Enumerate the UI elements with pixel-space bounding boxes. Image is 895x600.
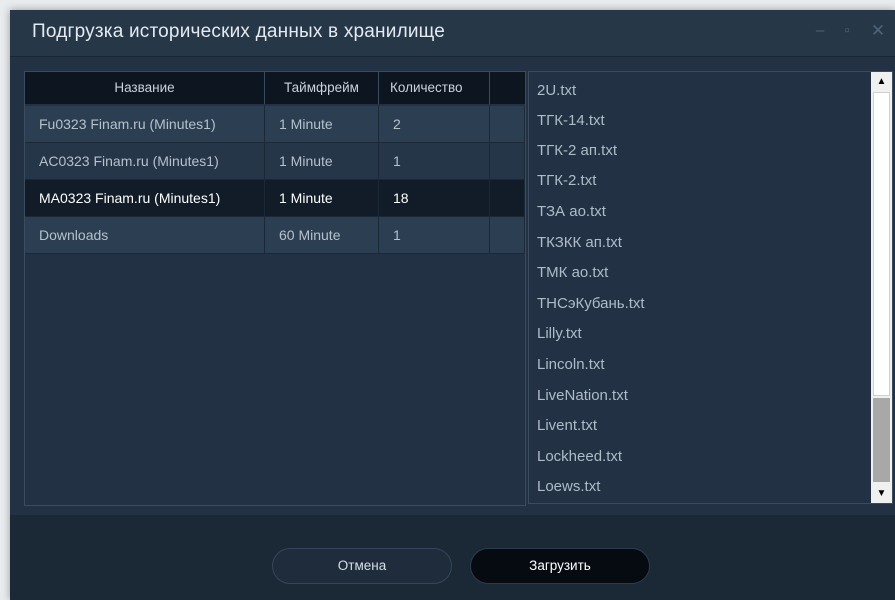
scroll-up-icon[interactable]: ▲ (871, 72, 892, 91)
table-row[interactable]: AC0323 Finam.ru (Minutes1) 1 Minute 1 (25, 143, 525, 180)
list-item[interactable]: ТНСэКубань.txt (537, 289, 645, 319)
list-item[interactable]: ТКЗКК ап.txt (537, 228, 622, 258)
cell-name: AC0323 Finam.ru (Minutes1) (25, 143, 265, 180)
cell-extra (490, 217, 525, 254)
list-item[interactable]: Lilly.txt (537, 319, 582, 349)
table-row[interactable]: Fu0323 Finam.ru (Minutes1) 1 Minute 2 (25, 106, 525, 143)
securities-table: Название Таймфрейм Количество Fu0323 Fin… (24, 71, 526, 506)
list-item[interactable]: ТЗА ао.txt (537, 197, 606, 227)
list-item[interactable]: LiveNation.txt (537, 381, 628, 411)
cancel-button[interactable]: Отмена (272, 548, 452, 584)
cell-name: Fu0323 Finam.ru (Minutes1) (25, 106, 265, 143)
cell-extra (490, 106, 525, 143)
dialog-footer: Отмена Загрузить (10, 515, 895, 600)
table-row-selected[interactable]: MA0323 Finam.ru (Minutes1) 1 Minute 18 (25, 180, 525, 217)
list-item[interactable]: ТГК-2.txt (537, 166, 596, 196)
dialog-title: Подгрузка исторических данных в хранилищ… (32, 21, 446, 42)
cell-count: 1 (379, 217, 490, 254)
list-item[interactable]: Lockheed.txt (537, 442, 622, 472)
minimize-icon[interactable]: – (809, 20, 831, 42)
scroll-down-icon[interactable]: ▼ (871, 484, 892, 503)
cell-timeframe: 1 Minute (265, 106, 379, 143)
scrollbar-track[interactable] (873, 398, 890, 482)
list-item[interactable]: Loews.txt (537, 472, 600, 502)
title-bar[interactable]: Подгрузка исторических данных в хранилищ… (10, 10, 895, 57)
scrollbar-thumb[interactable] (873, 92, 890, 396)
cell-count: 1 (379, 143, 490, 180)
cell-count: 18 (379, 180, 490, 217)
load-button[interactable]: Загрузить (470, 548, 650, 584)
cell-extra (490, 180, 525, 217)
column-header-count[interactable]: Количество (379, 72, 490, 104)
list-item[interactable]: ТГК-2 ап.txt (537, 136, 617, 166)
list-item[interactable]: 2U.txt (537, 76, 576, 106)
list-item[interactable]: ТМК ао.txt (537, 258, 608, 288)
table-header: Название Таймфрейм Количество (25, 72, 525, 104)
list-item[interactable]: ТГК-14.txt (537, 106, 605, 136)
maximize-icon[interactable]: ▫ (836, 20, 858, 42)
cell-count: 2 (379, 106, 490, 143)
upload-history-dialog: Подгрузка исторических данных в хранилищ… (10, 10, 895, 600)
file-list[interactable]: 2U.txt ТГК-14.txt ТГК-2 ап.txt ТГК-2.txt… (528, 71, 893, 504)
list-item[interactable]: Livent.txt (537, 411, 597, 441)
close-icon[interactable]: ✕ (867, 20, 889, 42)
cell-timeframe: 1 Minute (265, 143, 379, 180)
column-header-extra (490, 72, 525, 104)
cell-timeframe: 60 Minute (265, 217, 379, 254)
cell-name: MA0323 Finam.ru (Minutes1) (25, 180, 265, 217)
column-header-name[interactable]: Название (25, 72, 265, 104)
cell-name: Downloads (25, 217, 265, 254)
column-header-timeframe[interactable]: Таймфрейм (265, 72, 379, 104)
list-item[interactable]: Lincoln.txt (537, 350, 605, 380)
cell-extra (490, 143, 525, 180)
table-row[interactable]: Downloads 60 Minute 1 (25, 217, 525, 254)
cell-timeframe: 1 Minute (265, 180, 379, 217)
file-list-scrollbar[interactable]: ▲ ▼ (871, 72, 892, 503)
